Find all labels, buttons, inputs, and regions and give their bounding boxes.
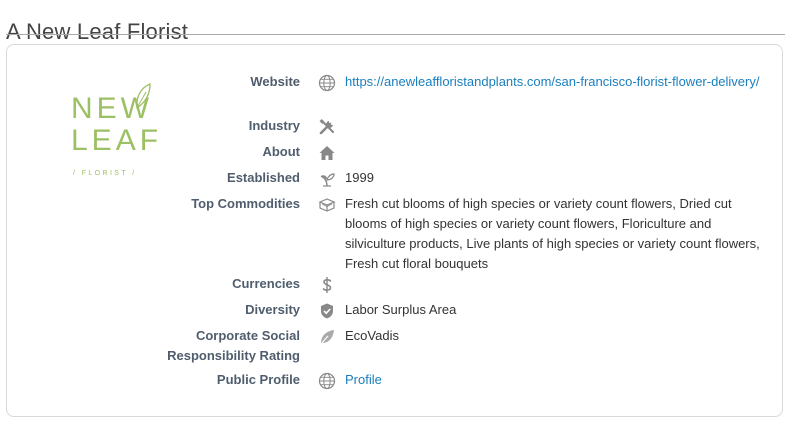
diversity-label: Diversity [245, 302, 300, 317]
globe-icon [318, 74, 336, 92]
dollar-icon [322, 277, 332, 293]
diversity-value: Labor Surplus Area [345, 302, 457, 317]
logo-tagline: / FLORIST / [73, 170, 137, 177]
globe-icon [318, 372, 336, 390]
boxes-icon [318, 198, 336, 212]
title-divider [6, 34, 785, 35]
public-profile-label: Public Profile [216, 372, 300, 387]
csr-label-line2: Responsibility Rating [167, 348, 300, 363]
csr-value: EcoVadis [345, 328, 399, 343]
established-label: Established [227, 170, 300, 185]
commodities-value: Fresh cut blooms of high species or vari… [345, 196, 760, 271]
industry-label: Industry [248, 118, 300, 133]
csr-label-line1: Corporate Social [195, 328, 300, 343]
established-value: 1999 [345, 170, 374, 185]
public-profile-value: Profile [345, 370, 775, 390]
home-icon [319, 146, 335, 160]
commodities-label: Top Commodities [191, 196, 300, 211]
about-label: About [262, 144, 300, 159]
website-label: Website [250, 74, 300, 89]
shield-check-icon [321, 303, 333, 319]
page-title: A New Leaf Florist [6, 18, 189, 44]
leaf-icon [320, 330, 334, 345]
tools-icon [319, 119, 334, 135]
profile-link[interactable]: Profile [345, 372, 382, 387]
website-value: https://anewleaffloristandplants.com/san… [345, 72, 775, 92]
csr-label: Corporate Social Responsibility Rating [130, 326, 300, 366]
currencies-label: Currencies [232, 276, 300, 291]
website-link[interactable]: https://anewleaffloristandplants.com/san… [345, 74, 759, 89]
sprout-icon [320, 173, 335, 187]
